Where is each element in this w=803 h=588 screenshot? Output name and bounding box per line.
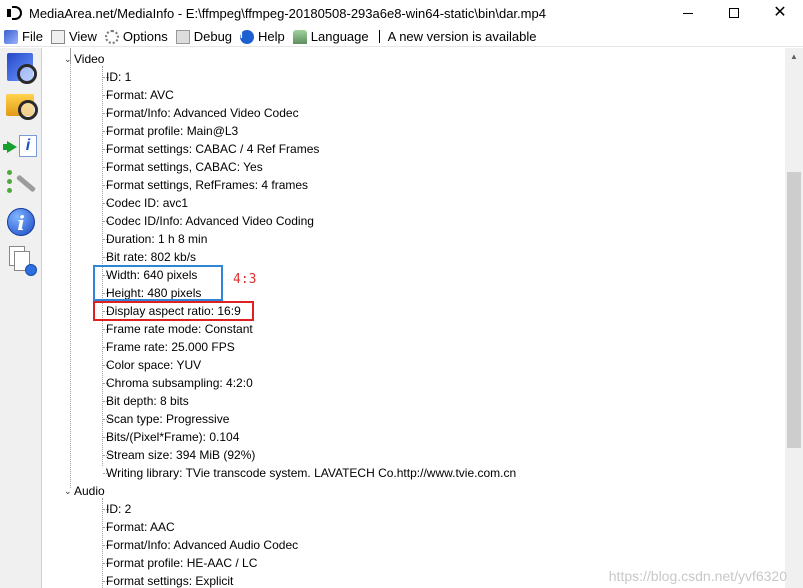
about-button[interactable]: i: [4, 205, 38, 239]
menu-view[interactable]: View: [47, 27, 101, 47]
left-toolbar: i i: [0, 48, 42, 588]
menu-options-label: Options: [122, 29, 168, 44]
tree-field-row[interactable]: Format settings, RefFrames: 4 frames: [106, 176, 308, 194]
menu-language[interactable]: Language: [289, 27, 373, 47]
knowledge-button[interactable]: [4, 244, 38, 278]
tree-field-row[interactable]: Chroma subsampling: 4:2:0: [106, 374, 253, 392]
tree-guide: [102, 498, 103, 588]
annotation-blue-box: [93, 265, 223, 301]
tree-field-row[interactable]: Format settings, CABAC: Yes: [106, 158, 263, 176]
mediainfo-app-icon: [7, 5, 23, 21]
menu-debug[interactable]: Debug: [172, 27, 236, 47]
tree-field-row[interactable]: Writing library: TVie transcode system. …: [106, 464, 516, 482]
tree-field-row[interactable]: Bit rate: 802 kb/s: [106, 248, 196, 266]
view-icon: [50, 29, 65, 44]
menu-help[interactable]: i Help: [236, 27, 289, 47]
preferences-button[interactable]: [4, 165, 38, 199]
scroll-up-button[interactable]: ▲: [785, 48, 803, 65]
maximize-button[interactable]: [711, 0, 757, 26]
menu-help-label: Help: [258, 29, 285, 44]
debug-icon: [175, 29, 190, 44]
help-icon: i: [240, 29, 255, 44]
menu-bar: File View Options Debug i Help Language A…: [0, 27, 803, 47]
arrow-up-icon: ▲: [790, 52, 798, 61]
tree-field-row[interactable]: Color space: YUV: [106, 356, 201, 374]
open-file-icon: [7, 53, 37, 84]
tree-guide: [70, 48, 71, 488]
open-file-button[interactable]: [4, 51, 38, 85]
media-info-tree[interactable]: ⌄ Video ID: 1 Format: AVC Format/Info: Adv…: [43, 48, 785, 588]
open-folder-icon: [6, 94, 38, 120]
tree-field-row[interactable]: Duration: 1 h 8 min: [106, 230, 207, 248]
maximize-icon: [729, 8, 739, 18]
info-icon: i: [7, 208, 35, 236]
tree-field-row[interactable]: ID: 2: [106, 500, 131, 518]
title-bar: MediaArea.net/MediaInfo - E:\ffmpeg\ffmp…: [0, 0, 803, 26]
watermark: https://blog.csdn.net/yvf6320: [608, 568, 787, 584]
tree-section-audio[interactable]: ⌄ Audio: [64, 482, 105, 500]
new-version-notice[interactable]: A new version is available: [384, 27, 541, 47]
collapse-icon[interactable]: ⌄: [64, 482, 72, 500]
tree-field-row[interactable]: Format profile: HE-AAC / LC: [106, 554, 257, 572]
tree-field-row[interactable]: Bit depth: 8 bits: [106, 392, 189, 410]
export-info-icon: i: [3, 135, 37, 157]
section-label: Audio: [74, 484, 105, 498]
vertical-scrollbar[interactable]: ▲: [785, 48, 803, 588]
tree-field-row[interactable]: Codec ID: avc1: [106, 194, 188, 212]
menu-language-label: Language: [310, 29, 369, 44]
tree-field-row[interactable]: Format settings: CABAC / 4 Ref Frames: [106, 140, 319, 158]
wrench-icon: [6, 167, 37, 197]
annotation-label: 4:3: [233, 272, 257, 287]
tree-section-video[interactable]: ⌄ Video: [64, 50, 105, 68]
options-icon: [104, 29, 119, 44]
tree-field-row[interactable]: Stream size: 394 MiB (92%): [106, 446, 255, 464]
window-title: MediaArea.net/MediaInfo - E:\ffmpeg\ffmp…: [29, 5, 546, 21]
collapse-icon[interactable]: ⌄: [64, 50, 72, 68]
tree-field-row[interactable]: Frame rate mode: Constant: [106, 320, 253, 338]
tree-field-row[interactable]: Format/Info: Advanced Audio Codec: [106, 536, 298, 554]
tree-field-row[interactable]: Frame rate: 25.000 FPS: [106, 338, 235, 356]
section-label: Video: [74, 52, 105, 66]
tree-field-row[interactable]: Codec ID/Info: Advanced Video Coding: [106, 212, 314, 230]
tree-field-row[interactable]: Bits/(Pixel*Frame): 0.104: [106, 428, 239, 446]
tree-field-row[interactable]: ID: 1: [106, 68, 131, 86]
scrollbar-thumb[interactable]: [787, 172, 801, 448]
menu-view-label: View: [68, 29, 97, 44]
tree-field-row[interactable]: Scan type: Progressive: [106, 410, 229, 428]
annotation-red-box: [93, 301, 254, 321]
export-info-glyph: i: [19, 135, 37, 157]
tree-field-row[interactable]: Format/Info: Advanced Video Codec: [106, 104, 299, 122]
close-button[interactable]: ✕: [757, 0, 803, 26]
window-controls: ✕: [665, 0, 803, 26]
menu-options[interactable]: Options: [101, 27, 172, 47]
menu-separator: [378, 30, 380, 43]
open-folder-button[interactable]: [4, 88, 38, 122]
tree-field-row[interactable]: Format profile: Main@L3: [106, 122, 238, 140]
menu-debug-label: Debug: [193, 29, 233, 44]
export-button[interactable]: i: [3, 129, 38, 163]
tree-field-row[interactable]: Format settings: Explicit: [106, 572, 233, 588]
tree-field-row[interactable]: Format: AVC: [106, 86, 174, 104]
documents-icon: [7, 246, 37, 276]
file-icon: [4, 29, 18, 44]
minimize-icon: [683, 12, 693, 14]
close-icon: ✕: [773, 4, 787, 21]
language-icon: [292, 29, 307, 44]
menu-file-label: File: [22, 29, 43, 44]
tree-field-row[interactable]: Format: AAC: [106, 518, 175, 536]
minimize-button[interactable]: [665, 0, 711, 26]
menu-file[interactable]: File: [0, 27, 47, 47]
